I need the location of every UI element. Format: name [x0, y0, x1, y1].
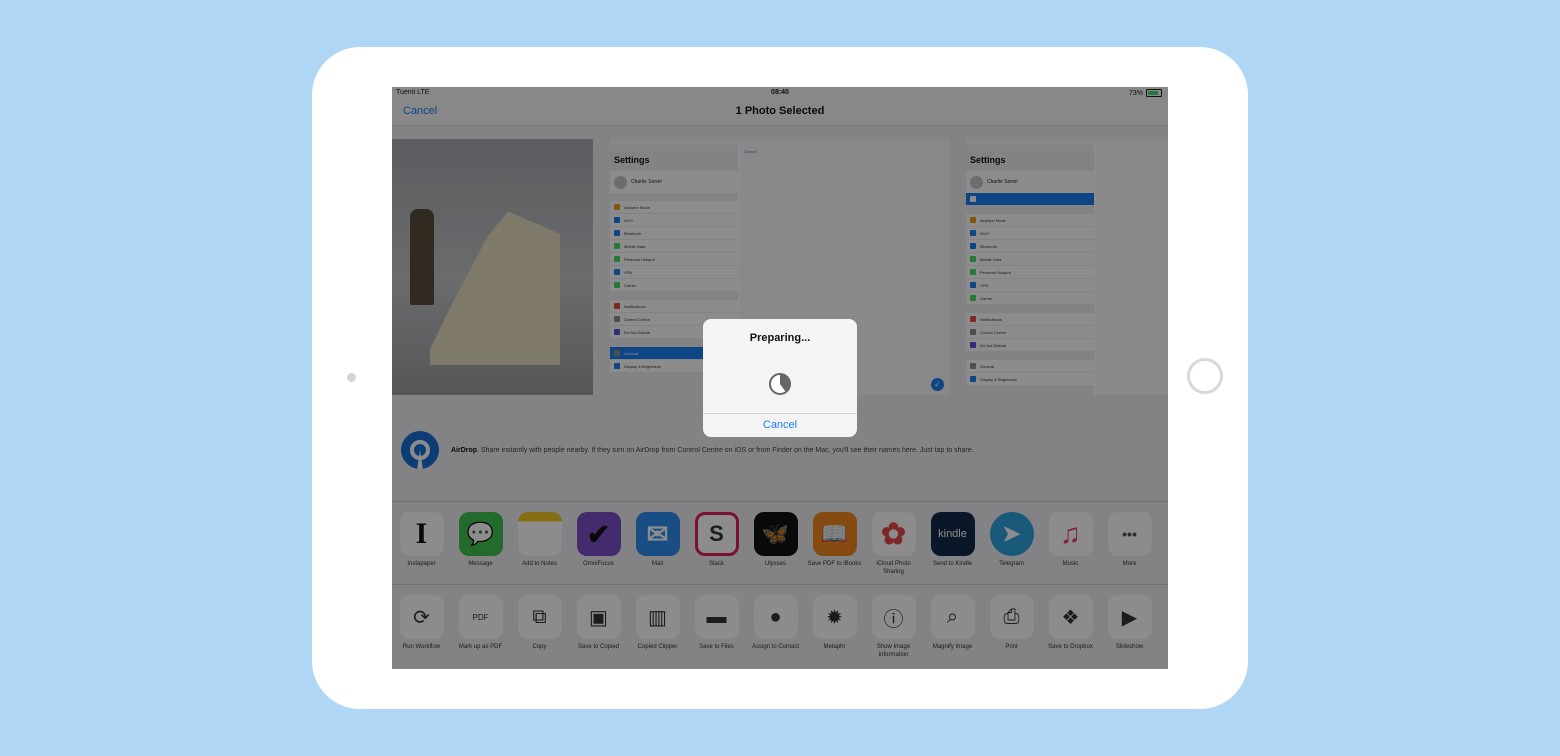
front-camera [347, 373, 356, 382]
alert-divider [703, 413, 857, 414]
alert-title: Preparing... [749, 332, 811, 344]
preparing-alert: Preparing... Cancel [703, 319, 857, 437]
progress-pie-icon [769, 373, 791, 395]
alert-cancel-button[interactable]: Cancel [703, 419, 857, 431]
home-button[interactable] [1187, 358, 1223, 394]
